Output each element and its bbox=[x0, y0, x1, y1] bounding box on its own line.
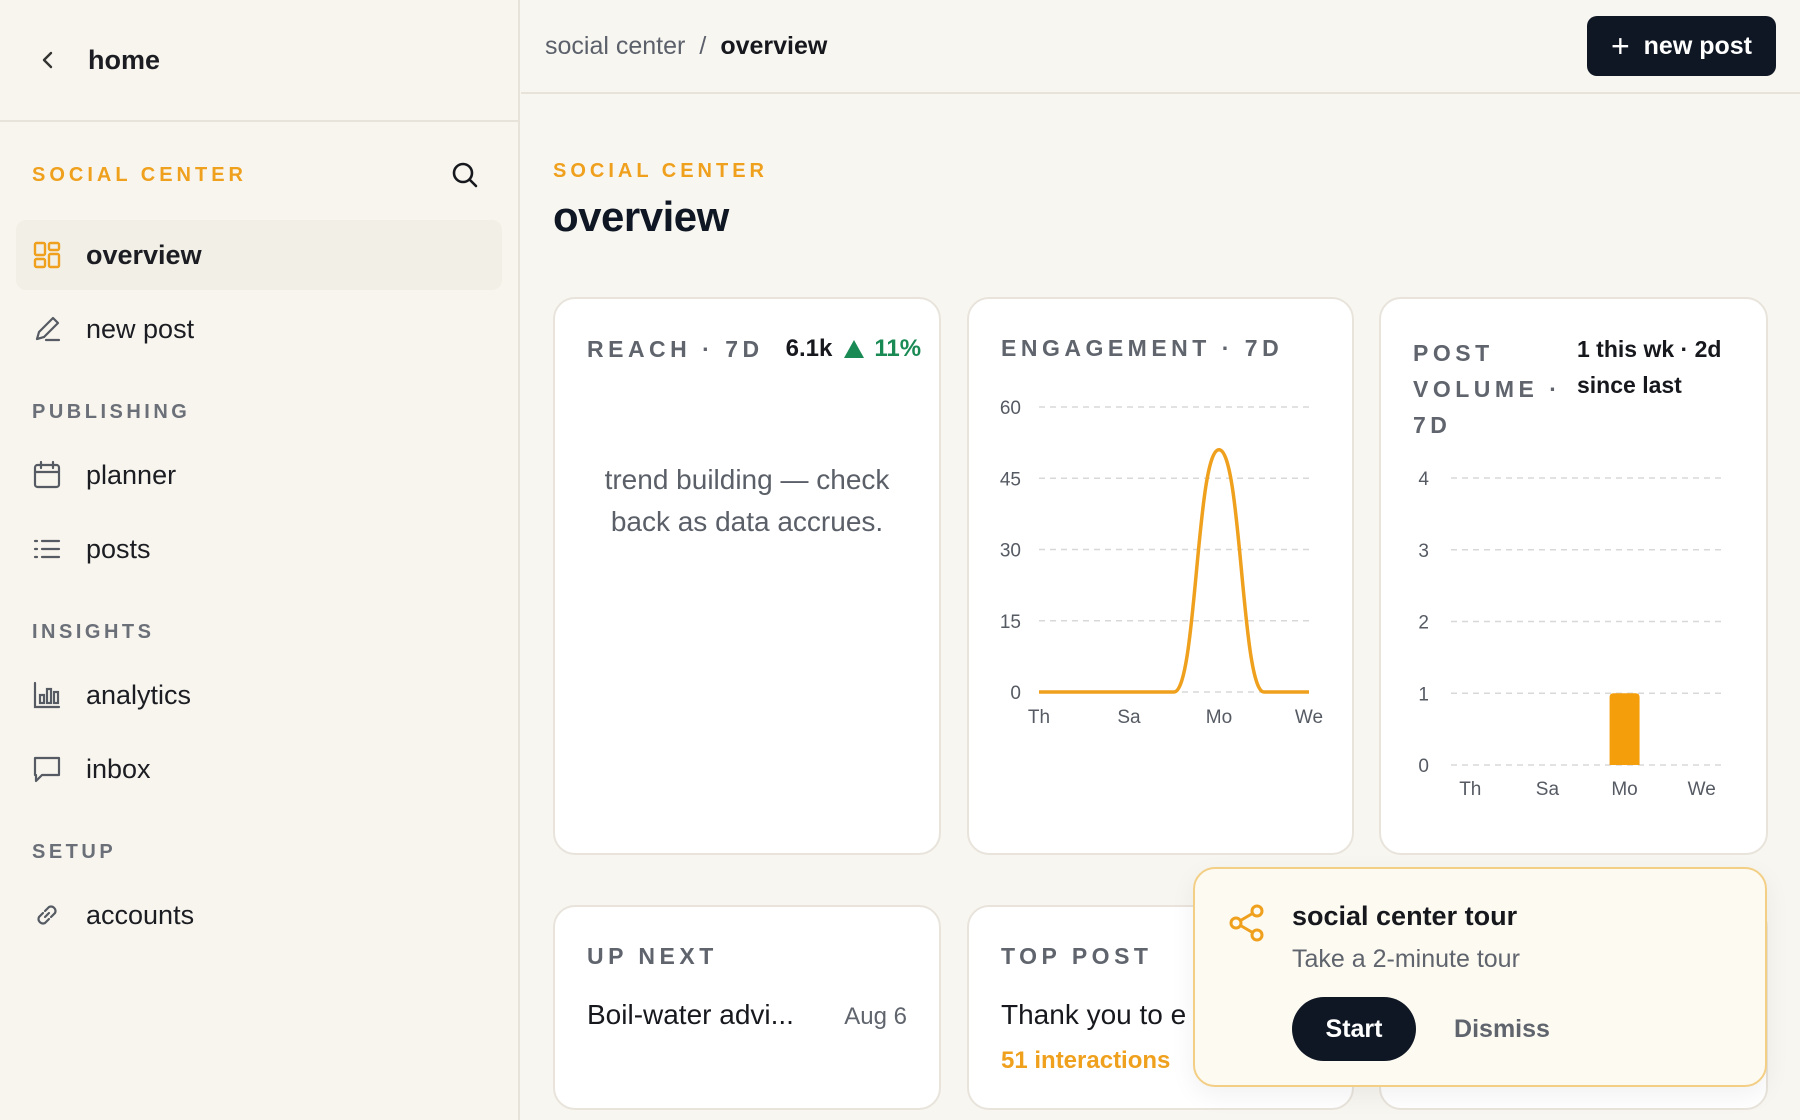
breadcrumb-separator: / bbox=[699, 31, 707, 60]
home-label: home bbox=[88, 44, 161, 75]
x-tick-label: Mo bbox=[1206, 707, 1232, 728]
y-tick-label: 1 bbox=[1418, 684, 1429, 705]
top-post-text: Thank you to e bbox=[1001, 999, 1187, 1030]
x-tick-label: Th bbox=[1028, 707, 1050, 728]
x-tick-label: Th bbox=[1459, 779, 1481, 800]
reach-title: REACH · 7D bbox=[587, 335, 764, 362]
tour-subtitle: Take a 2-minute tour bbox=[1292, 945, 1520, 973]
y-tick-label: 30 bbox=[1000, 541, 1021, 562]
sidebar-item-label: analytics bbox=[86, 679, 192, 710]
up-next-item[interactable]: Boil-water advi... Aug 6 bbox=[587, 999, 907, 1031]
sidebar-item-accounts[interactable]: accounts bbox=[16, 880, 502, 950]
sidebar: home SOCIAL CENTER overview new post PUB… bbox=[0, 0, 520, 1120]
up-next-post-name: Boil-water advi... bbox=[587, 999, 794, 1030]
sidebar-item-planner[interactable]: planner bbox=[16, 440, 502, 510]
tour-title: social center tour bbox=[1292, 901, 1518, 931]
y-tick-label: 15 bbox=[1000, 612, 1021, 633]
chevron-left-icon bbox=[42, 51, 53, 69]
grid-icon bbox=[33, 241, 61, 269]
up-next-title: UP NEXT bbox=[587, 943, 718, 969]
breadcrumb: social center / overview bbox=[545, 32, 827, 61]
x-tick-label: We bbox=[1295, 707, 1323, 728]
share-icon bbox=[1229, 904, 1264, 942]
y-tick-label: 60 bbox=[1000, 398, 1021, 419]
post-volume-chart: 0 1 2 3 4 Th Sa Mo We bbox=[1418, 469, 1721, 800]
home-link[interactable]: home bbox=[0, 0, 518, 122]
sidebar-item-new-post[interactable]: new post bbox=[16, 294, 502, 364]
sidebar-item-analytics[interactable]: analytics bbox=[16, 660, 502, 730]
top-post-interactions: 51 interactions bbox=[1001, 1047, 1171, 1074]
breadcrumb-item-social-center[interactable]: social center bbox=[545, 32, 685, 61]
page-header: SOCIAL CENTER overview bbox=[553, 160, 768, 241]
search-icon[interactable] bbox=[450, 160, 480, 190]
y-tick-label: 0 bbox=[1010, 683, 1021, 704]
reach-delta: 11% bbox=[844, 335, 921, 363]
reach-empty-message: trend building — check back as data accr… bbox=[604, 464, 890, 537]
reach-card: REACH · 7D 6.1k 11% trend building — che… bbox=[553, 297, 941, 855]
reach-header: REACH · 7D 6.1k 11% bbox=[587, 335, 921, 363]
x-tick-label: Mo bbox=[1611, 779, 1637, 800]
sidebar-item-inbox[interactable]: inbox bbox=[16, 734, 502, 804]
y-tick-label: 0 bbox=[1418, 756, 1429, 777]
tour-start-button[interactable]: Start bbox=[1292, 997, 1416, 1061]
plus-icon: + bbox=[1610, 27, 1630, 64]
up-next-card[interactable]: UP NEXT Boil-water advi... Aug 6 bbox=[553, 905, 941, 1110]
new-post-button[interactable]: + new post bbox=[1586, 16, 1776, 76]
x-tick-label: Sa bbox=[1117, 707, 1141, 728]
link-icon bbox=[37, 905, 57, 925]
new-post-button-label: new post bbox=[1643, 31, 1752, 60]
bar-chart-icon bbox=[33, 681, 61, 709]
list-icon bbox=[33, 539, 61, 559]
x-tick-label: We bbox=[1688, 779, 1716, 800]
tour-dismiss-button[interactable]: Dismiss bbox=[1447, 997, 1557, 1061]
sidebar-section-header: SOCIAL CENTER bbox=[0, 158, 518, 192]
tour-popover: social center tour Take a 2-minute tour … bbox=[1193, 867, 1767, 1087]
calendar-icon bbox=[33, 460, 61, 489]
sidebar-section-title: SOCIAL CENTER bbox=[32, 163, 247, 186]
up-next-date: Aug 6 bbox=[844, 1003, 907, 1030]
sidebar-item-overview[interactable]: overview bbox=[16, 220, 502, 290]
top-post-title: TOP POST bbox=[1001, 943, 1153, 969]
sidebar-item-label: inbox bbox=[86, 753, 151, 784]
sidebar-item-label: new post bbox=[86, 313, 195, 344]
y-tick-label: 4 bbox=[1418, 469, 1429, 490]
arrow-up-icon bbox=[844, 340, 865, 358]
engagement-chart: 0 15 30 45 60 Th Sa Mo We bbox=[1000, 398, 1323, 728]
volume-bar bbox=[1609, 693, 1640, 765]
breadcrumb-item-current: overview bbox=[720, 31, 828, 60]
engagement-line bbox=[1039, 448, 1309, 694]
pencil-icon bbox=[35, 316, 61, 342]
y-tick-label: 2 bbox=[1418, 613, 1429, 634]
sidebar-item-posts[interactable]: posts bbox=[16, 514, 502, 584]
y-tick-label: 45 bbox=[1000, 469, 1021, 490]
sidebar-item-label: overview bbox=[86, 239, 202, 270]
x-tick-label: Sa bbox=[1536, 779, 1560, 800]
sidebar-group-setup: SETUP bbox=[32, 840, 117, 863]
chat-icon bbox=[33, 756, 61, 783]
top-bar: social center / overview + new post bbox=[521, 0, 1800, 94]
sidebar-group-insights: INSIGHTS bbox=[32, 620, 155, 643]
post-volume-card: POST VOLUME · 7D 1 this wk · 2d since la… bbox=[1379, 297, 1768, 855]
page-title: overview bbox=[553, 193, 729, 240]
sidebar-item-label: planner bbox=[86, 459, 177, 490]
y-tick-label: 3 bbox=[1418, 541, 1429, 562]
sidebar-item-label: posts bbox=[86, 533, 151, 564]
reach-delta-value: 11% bbox=[874, 335, 922, 362]
page-eyebrow: SOCIAL CENTER bbox=[553, 160, 768, 182]
reach-value: 6.1k bbox=[785, 335, 833, 362]
engagement-card: ENGAGEMENT · 7D 0 15 30 45 60 Th Sa Mo We bbox=[967, 297, 1354, 855]
sidebar-group-publishing: PUBLISHING bbox=[32, 400, 191, 423]
sidebar-item-label: accounts bbox=[86, 899, 195, 930]
